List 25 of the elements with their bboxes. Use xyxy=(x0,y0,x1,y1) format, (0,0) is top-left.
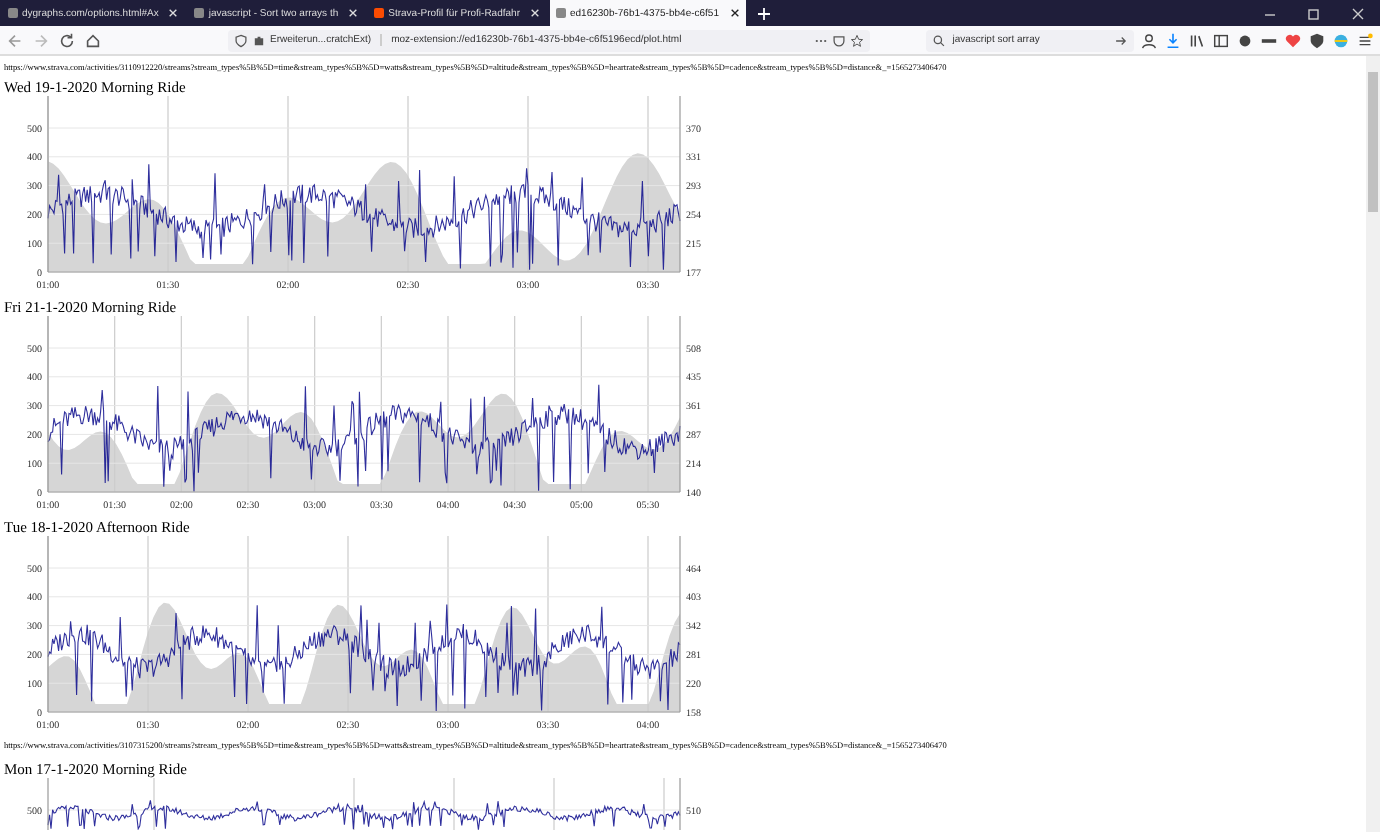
new-tab-icon[interactable] xyxy=(755,5,771,21)
library-icon[interactable] xyxy=(1188,31,1206,49)
go-arrow-icon[interactable] xyxy=(1114,33,1128,47)
shield-icon[interactable] xyxy=(1308,31,1326,49)
favicon-icon xyxy=(194,8,205,18)
circle-icon[interactable] xyxy=(1236,31,1254,49)
person-icon[interactable] xyxy=(1140,31,1158,49)
favicon-icon xyxy=(8,8,18,18)
pocket-icon[interactable] xyxy=(832,33,847,47)
close-icon[interactable] xyxy=(729,8,739,18)
menu-icon[interactable] xyxy=(1356,31,1374,49)
favicon-icon xyxy=(555,8,566,18)
favicon-icon xyxy=(374,8,385,18)
scrollbar-thumb[interactable] xyxy=(1368,72,1378,212)
restore-icon[interactable] xyxy=(1306,5,1322,21)
download-icon[interactable] xyxy=(1164,31,1182,49)
back-icon[interactable] xyxy=(6,31,24,49)
reload-icon[interactable] xyxy=(58,31,76,49)
shield-icon[interactable] xyxy=(234,33,248,47)
home-icon[interactable] xyxy=(84,31,102,49)
heart-icon[interactable] xyxy=(1284,31,1302,49)
scrollbar[interactable] xyxy=(1366,56,1380,832)
sidebar-icon[interactable] xyxy=(1212,31,1230,49)
search-icon xyxy=(932,33,947,47)
star-icon[interactable] xyxy=(850,33,865,47)
